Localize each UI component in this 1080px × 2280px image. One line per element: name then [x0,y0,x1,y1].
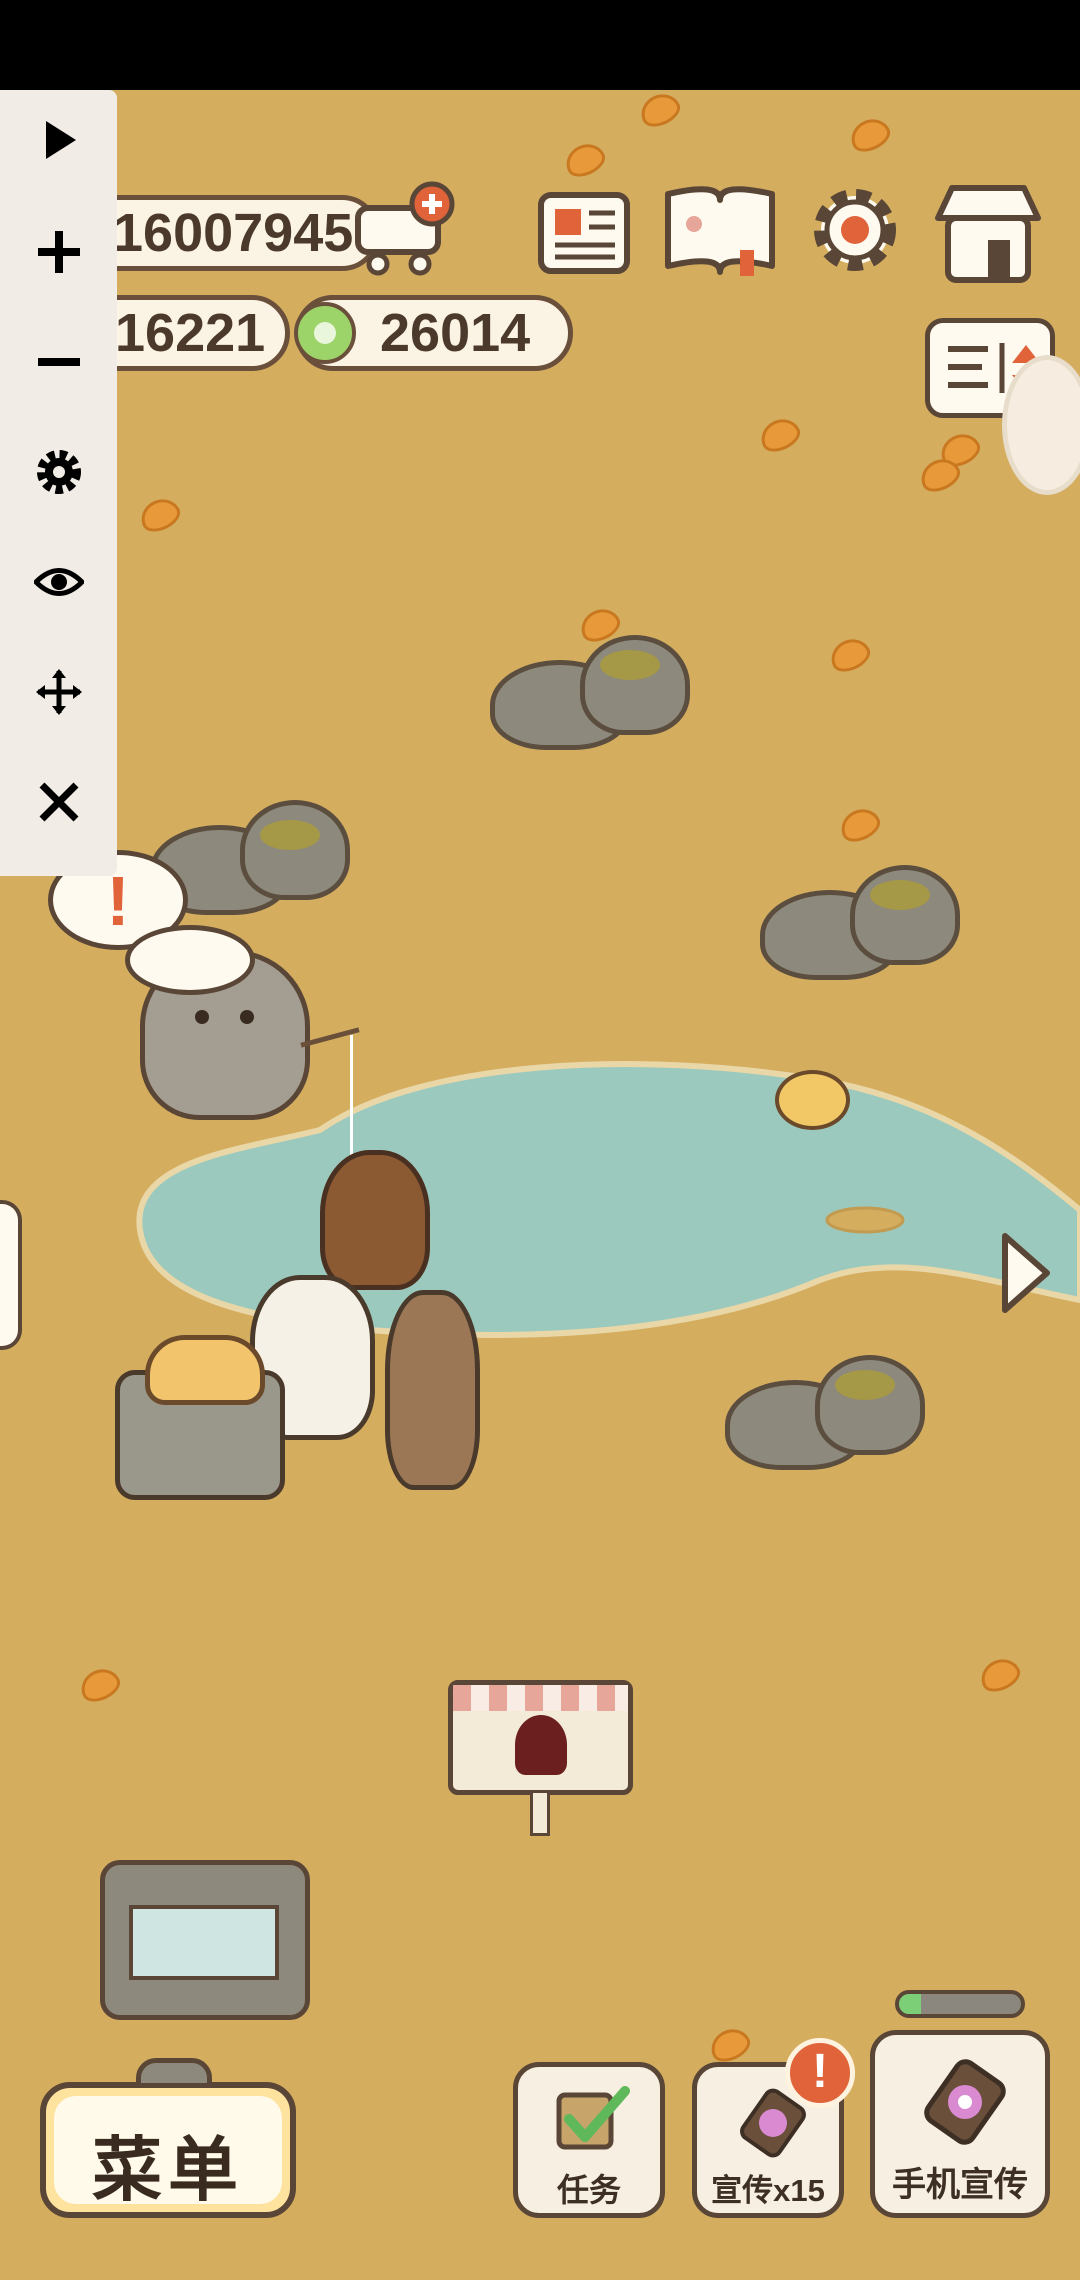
leaf-decoration [835,802,885,848]
next-area-button[interactable] [995,1230,1055,1316]
squid-sign[interactable] [448,1680,633,1795]
fish-count: 16007945 [113,203,354,263]
leaf-decoration [75,1662,125,1708]
zoom-out-button[interactable] [0,312,117,412]
moss [835,1370,895,1400]
shop-cart-button[interactable] [350,180,460,280]
plus-icon [37,231,80,273]
phone-promote-button[interactable]: 手机宣传 [870,2030,1050,2218]
close-button[interactable] [0,752,117,852]
minus-icon [37,358,80,366]
phone-promo-icon [924,2059,1006,2145]
visibility-button[interactable] [0,532,117,632]
cart-plus-icon [355,181,455,276]
moss [870,880,930,910]
checklist-icon [556,2086,630,2150]
newspaper-icon [538,192,630,274]
floating-food[interactable] [775,1070,850,1130]
gem-counter: 26014 [294,295,573,371]
bear[interactable] [320,1150,430,1290]
book-icon [665,186,775,276]
chevron-right-icon [1002,1233,1050,1313]
promote-alert-badge: ! [785,2038,855,2108]
gear-icon [814,189,896,271]
water-well[interactable] [100,1860,310,2020]
rabbit[interactable] [385,1290,480,1490]
status-bar [0,0,1080,90]
progress-fill [899,1994,921,2014]
tasks-button[interactable]: 任务 [513,2062,665,2218]
leaf-decoration [135,492,185,538]
alert-exclaim: ! [812,2045,828,2098]
phone-promote-label: 手机宣传 [892,2166,1028,2204]
leaf-decoration [825,632,875,678]
cake[interactable] [145,1335,265,1405]
gear-icon [36,450,81,494]
promote-label: 宣传x15 [711,2173,825,2208]
leaf-decoration [635,87,685,133]
news-button[interactable] [535,185,635,281]
catalog-button[interactable] [660,180,780,276]
settings-button[interactable] [805,180,905,276]
tasks-label: 任务 [556,2172,621,2208]
menu-label: 菜单 [92,2131,244,2209]
game-scene[interactable]: ! [0,87,1080,2280]
move-icon [35,669,82,715]
leaf-decoration [845,112,895,158]
star-count: 16221 [115,303,266,363]
menu-button[interactable]: 菜单 [40,2058,296,2218]
fishing-cat[interactable] [125,925,310,1120]
promotion-progress-bar [895,1990,1025,2018]
moss [600,650,660,680]
toolbar-settings-button[interactable] [0,422,117,522]
shop-button[interactable] [930,178,1045,288]
leaf-decoration [560,137,610,183]
leaf-decoration [755,412,805,458]
visitor-cat[interactable] [0,1200,22,1350]
overlay-toolbar [0,90,117,876]
gem-icon [294,302,356,364]
close-icon [39,782,78,822]
eye-icon [33,568,84,596]
move-button[interactable] [0,642,117,742]
moss [260,820,320,850]
gem-count: 26014 [380,303,531,363]
zoom-in-button[interactable] [0,202,117,302]
store-icon [935,185,1041,283]
sign-post [530,1790,550,1836]
rock [240,800,350,900]
leaf-decoration [705,2022,755,2068]
play-button[interactable] [0,90,117,190]
play-icon [45,121,76,159]
leaf-decoration [975,1652,1025,1698]
